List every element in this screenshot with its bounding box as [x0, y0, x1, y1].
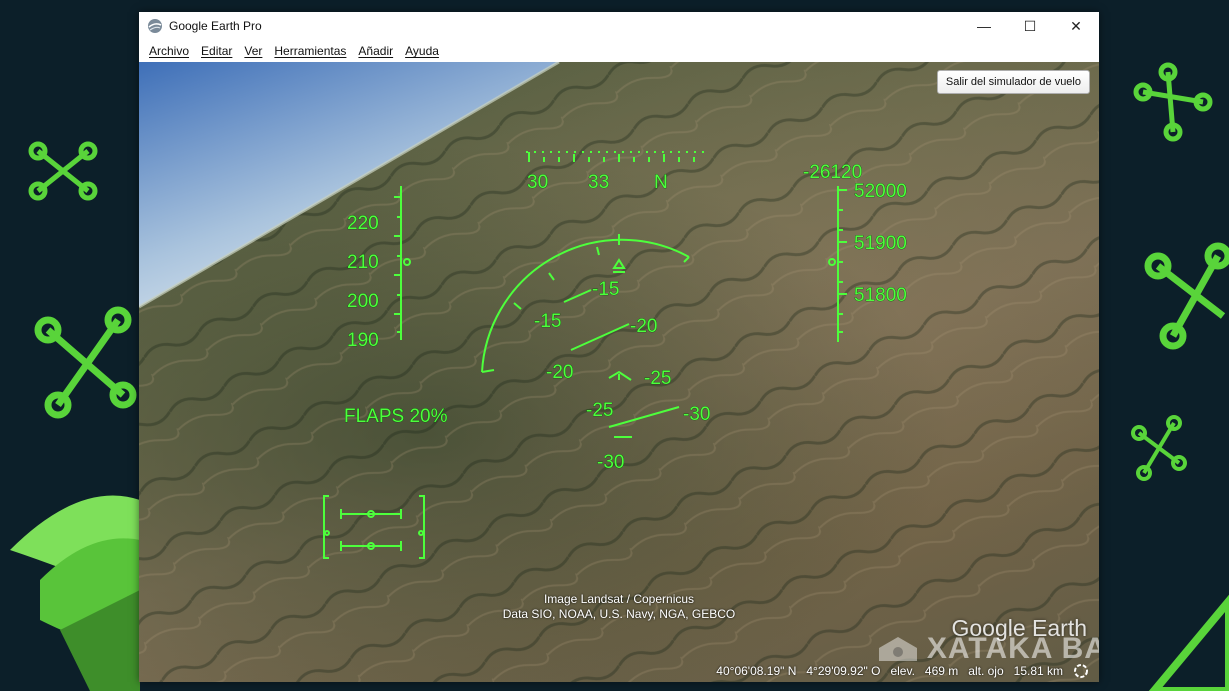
app-window: Google Earth Pro — ☐ ✕ Archivo Editar Ve… [139, 12, 1099, 682]
decorative-knot-icon [1133, 62, 1213, 142]
altitude-label: 51900 [854, 233, 907, 254]
maximize-icon: ☐ [1023, 17, 1037, 34]
heading-label: 33 [588, 172, 609, 193]
longitude-readout: 4°29'09.92" O [806, 664, 881, 678]
pitch-label-right: -30 [683, 404, 710, 425]
close-button[interactable]: ✕ [1053, 12, 1099, 40]
altitude-label: 51800 [854, 285, 907, 306]
menu-anadir[interactable]: Añadir [352, 44, 399, 58]
airspeed-label: 200 [347, 291, 379, 312]
pitch-label-right: -25 [644, 368, 671, 389]
pitch-label-right: -20 [630, 316, 657, 337]
altitude-label: 52000 [854, 181, 907, 202]
flaps-indicator: FLAPS 20% [344, 406, 448, 427]
decorative-knot-icon [34, 306, 137, 419]
decorative-shape-icon [1148, 594, 1229, 691]
decorative-knot-icon [1131, 415, 1187, 481]
menu-bar: Archivo Editar Ver Herramientas Añadir A… [139, 40, 1099, 62]
flight-hud: 30 33 N 220 210 200 190 -26120 52000 519… [323, 151, 907, 559]
airspeed-label: 190 [347, 330, 379, 351]
menu-ver[interactable]: Ver [238, 44, 268, 58]
vertical-speed-readout: -26120 [803, 162, 862, 183]
exit-flight-simulator-button[interactable]: Salir del simulador de vuelo [936, 70, 1090, 94]
loading-icon [1074, 664, 1088, 678]
menu-archivo[interactable]: Archivo [143, 44, 195, 58]
google-earth-app-icon [148, 19, 162, 33]
decorative-knot-icon [28, 141, 98, 201]
minimize-button[interactable]: — [961, 12, 1007, 40]
maximize-button[interactable]: ☐ [1007, 12, 1053, 40]
title-bar: Google Earth Pro — ☐ ✕ [139, 12, 1099, 40]
pitch-label-left: -20 [546, 362, 573, 383]
earth-viewport[interactable]: 30 33 N 220 210 200 190 -26120 52000 519… [139, 62, 1099, 682]
decorative-knot-icon [1144, 242, 1229, 350]
window-title: Google Earth Pro [169, 19, 262, 33]
minimize-icon: — [977, 18, 991, 34]
pitch-label-left: -30 [597, 452, 624, 473]
airspeed-label: 220 [347, 213, 379, 234]
pitch-label-left: -25 [586, 400, 613, 421]
pitch-label-left: -15 [534, 311, 561, 332]
close-icon: ✕ [1070, 17, 1082, 34]
latitude-readout: 40°06'08.19" N [716, 664, 797, 678]
menu-herramientas[interactable]: Herramientas [268, 44, 352, 58]
menu-ayuda[interactable]: Ayuda [399, 44, 445, 58]
imagery-attribution: Image Landsat / Copernicus [543, 592, 695, 606]
decorative-shape-icon [10, 495, 140, 691]
menu-editar[interactable]: Editar [195, 44, 238, 58]
elevation-label: elev. [890, 664, 915, 678]
pitch-label-right: -15 [592, 279, 619, 300]
airspeed-label: 210 [347, 252, 379, 273]
status-bar: 40°06'08.19" N 4°29'09.92" O elev. 469 m… [139, 660, 1099, 682]
eye-altitude-label: alt. ojo [968, 664, 1004, 678]
heading-label: 30 [527, 172, 548, 193]
heading-label: N [654, 172, 668, 193]
eye-altitude-value: 15.81 km [1013, 664, 1063, 678]
elevation-value: 469 m [924, 664, 959, 678]
